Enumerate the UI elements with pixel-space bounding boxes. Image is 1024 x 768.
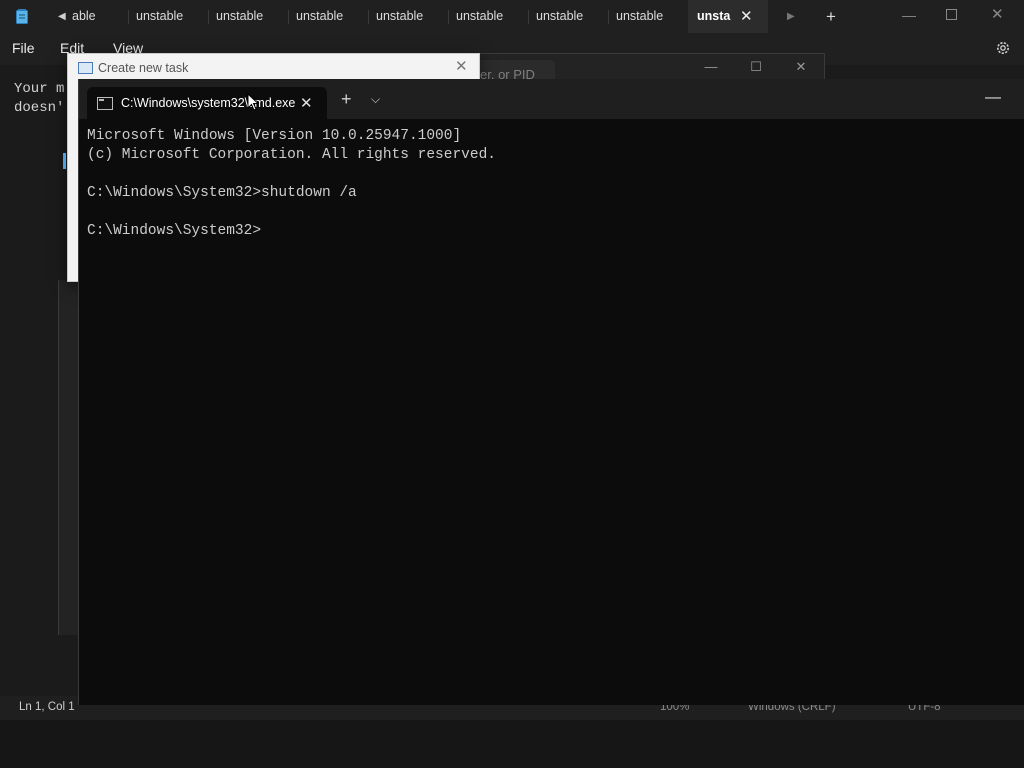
tab-separator	[128, 10, 129, 24]
cmd-icon	[97, 97, 113, 110]
close-window-button[interactable]: ✕	[991, 0, 1004, 30]
scroll-tabs-right-button[interactable]: ▶	[787, 0, 795, 33]
notepad-tab[interactable]: unstable	[456, 0, 520, 33]
terminal-window: C:\Windows\system32\cmd.exe ✕ + ⌵ — Micr…	[78, 79, 1024, 705]
notepad-tab[interactable]: unstable	[216, 0, 280, 33]
tab-separator	[608, 10, 609, 24]
notepad-tab-bar: ◀ able unstable unstable unstable unstab…	[0, 0, 1024, 33]
terminal-minimize-button[interactable]: —	[985, 89, 1001, 107]
cursor-position: Ln 1, Col 1	[19, 701, 75, 713]
notepad-tab[interactable]: unstable	[136, 0, 200, 33]
new-tab-button[interactable]: +	[826, 0, 836, 33]
terminal-line: Microsoft Windows [Version 10.0.25947.10…	[87, 128, 462, 144]
terminal-output[interactable]: Microsoft Windows [Version 10.0.25947.10…	[87, 127, 496, 241]
tab-separator	[528, 10, 529, 24]
scroll-tabs-left-button[interactable]: ◀	[58, 0, 66, 33]
terminal-tab-title: C:\Windows\system32\cmd.exe	[121, 96, 296, 110]
notepad-tab[interactable]: unstable	[376, 0, 440, 33]
notepad-tab[interactable]: able	[72, 0, 112, 33]
settings-gear-icon[interactable]	[995, 40, 1011, 56]
terminal-titlebar: C:\Windows\system32\cmd.exe ✕ + ⌵ —	[79, 79, 1024, 119]
minimize-button[interactable]: —	[902, 0, 916, 30]
restore-button[interactable]	[946, 9, 957, 20]
editor-line: Your m	[14, 81, 65, 97]
terminal-line: C:\Windows\System32>shutdown /a	[87, 185, 357, 201]
mouse-pointer-icon	[247, 93, 259, 111]
terminal-line: (c) Microsoft Corporation. All rights re…	[87, 147, 496, 163]
new-tab-button[interactable]: +	[341, 90, 352, 108]
tab-separator	[448, 10, 449, 24]
tm-minimize-button[interactable]: —	[696, 56, 726, 78]
notepad-tab[interactable]: unstable	[616, 0, 680, 33]
notepad-active-tab[interactable]: unsta ✕	[688, 0, 768, 33]
close-tab-icon[interactable]: ✕	[740, 0, 753, 33]
close-tab-icon[interactable]: ✕	[300, 94, 313, 112]
menu-file[interactable]: File	[12, 40, 35, 56]
tab-separator	[288, 10, 289, 24]
task-manager-nav-panel	[58, 280, 79, 635]
tm-maximize-button[interactable]: ☐	[741, 56, 771, 78]
run-dialog-icon	[78, 62, 93, 74]
notepad-app-icon	[16, 9, 28, 24]
tab-separator	[208, 10, 209, 24]
dialog-title: Create new task	[98, 61, 189, 75]
tab-separator	[368, 10, 369, 24]
terminal-prompt: C:\Windows\System32>	[87, 223, 262, 239]
selection-indicator	[63, 153, 66, 169]
editor-line: doesn'	[14, 100, 65, 116]
terminal-tab[interactable]: C:\Windows\system32\cmd.exe ✕	[87, 87, 327, 119]
taskbar-area	[0, 720, 1024, 768]
active-tab-label: unsta	[697, 9, 731, 23]
tm-close-button[interactable]: ✕	[786, 56, 816, 78]
notepad-tab[interactable]: unstable	[296, 0, 360, 33]
dialog-close-button[interactable]: ✕	[455, 57, 468, 75]
notepad-tab[interactable]: unstable	[536, 0, 600, 33]
chevron-down-icon[interactable]: ⌵	[371, 92, 380, 107]
